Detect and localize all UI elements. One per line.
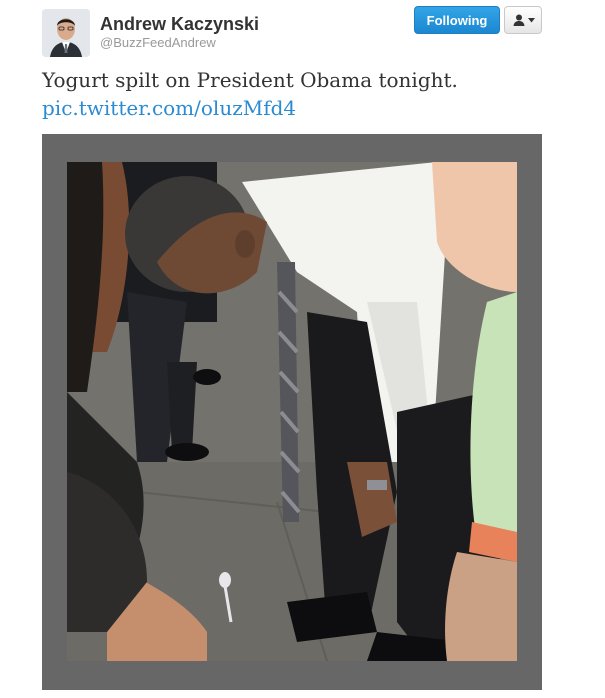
user-actions-dropdown[interactable] bbox=[504, 6, 542, 34]
tweet-text: Yogurt spilt on President Obama tonight. bbox=[42, 68, 458, 92]
tweet-photo[interactable] bbox=[67, 162, 517, 661]
photo-illustration bbox=[67, 162, 517, 661]
avatar-image bbox=[42, 9, 90, 57]
author-display-name[interactable]: Andrew Kaczynski bbox=[100, 14, 259, 35]
following-button[interactable]: Following bbox=[414, 6, 500, 34]
avatar[interactable] bbox=[42, 9, 90, 57]
media-frame bbox=[42, 134, 542, 690]
author-handle[interactable]: @BuzzFeedAndrew bbox=[100, 35, 216, 50]
person-icon bbox=[513, 14, 524, 26]
tweet-media-link[interactable]: pic.twitter.com/oluzMfd4 bbox=[42, 94, 296, 122]
chevron-down-icon bbox=[527, 17, 535, 22]
